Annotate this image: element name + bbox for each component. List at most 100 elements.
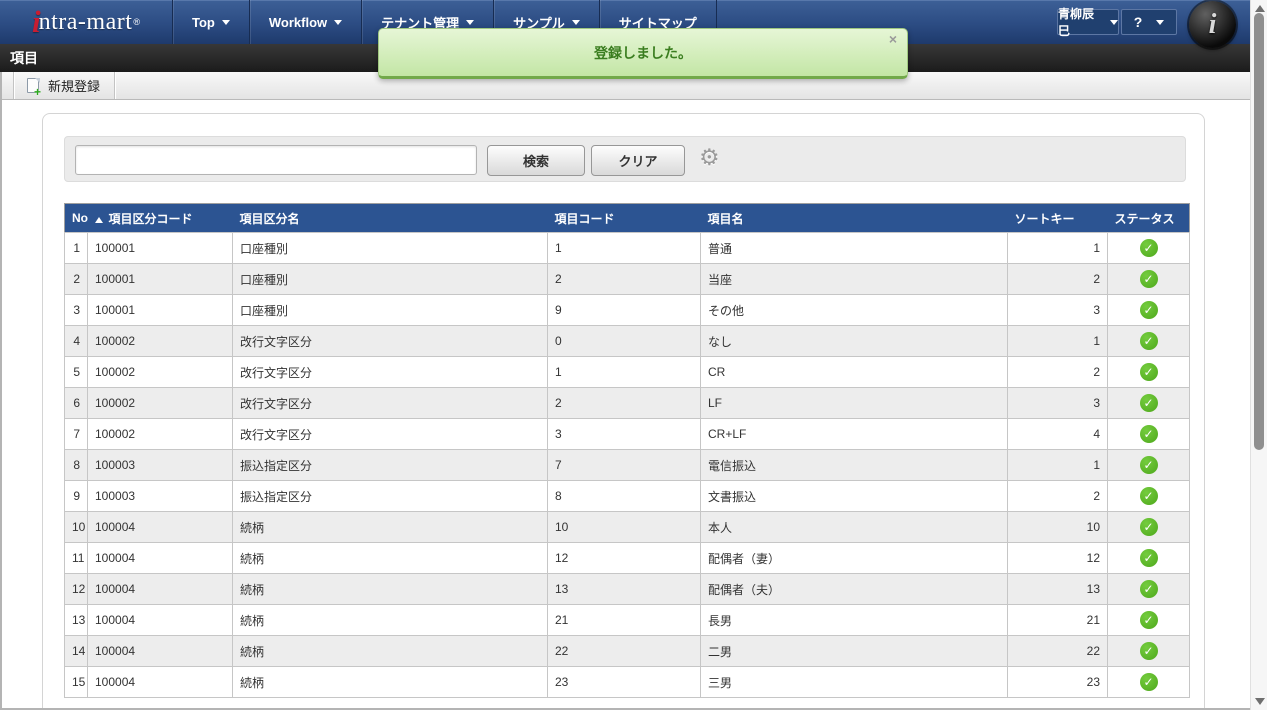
- cell-sort-key: 2: [1007, 263, 1108, 295]
- intra-mart-logo[interactable]: i ntra-mart ®: [0, 0, 172, 44]
- nav-item-top[interactable]: Top: [172, 0, 249, 44]
- table-row[interactable]: 1 100001 口座種別 1 普通 1 ✓: [64, 232, 1190, 264]
- table-row[interactable]: 4 100002 改行文字区分 0 なし 1 ✓: [64, 325, 1190, 357]
- scroll-down-icon[interactable]: [1255, 698, 1265, 705]
- notification-message: 登録しました。: [594, 45, 692, 61]
- cell-sort-key: 1: [1007, 325, 1108, 357]
- cell-status: ✓: [1107, 480, 1190, 512]
- cell-sort-key: 2: [1007, 356, 1108, 388]
- table-row[interactable]: 9 100003 振込指定区分 8 文書振込 2 ✓: [64, 480, 1190, 512]
- cell-item-name: 配偶者（夫）: [700, 573, 1008, 605]
- table-row[interactable]: 12 100004 続柄 13 配偶者（夫） 13 ✓: [64, 573, 1190, 605]
- cell-no: 9: [64, 480, 88, 512]
- cell-sort-key: 4: [1007, 418, 1108, 450]
- status-active-icon: ✓: [1139, 394, 1158, 412]
- table-row[interactable]: 2 100001 口座種別 2 当座 2 ✓: [64, 263, 1190, 295]
- cell-item-name: CR+LF: [700, 418, 1008, 450]
- cell-category-name: 改行文字区分: [232, 387, 548, 419]
- cell-category-code: 100004: [87, 666, 233, 698]
- cell-status: ✓: [1107, 418, 1190, 450]
- status-active-icon: ✓: [1139, 270, 1158, 288]
- cell-item-name: 当座: [700, 263, 1008, 295]
- cell-item-code: 10: [547, 511, 701, 543]
- table-row[interactable]: 3 100001 口座種別 9 その他 3 ✓: [64, 294, 1190, 326]
- cell-item-code: 2: [547, 387, 701, 419]
- nav-item-workflow[interactable]: Workflow: [248, 0, 361, 44]
- cell-category-code: 100001: [87, 294, 233, 326]
- cell-sort-key: 10: [1007, 511, 1108, 543]
- scroll-up-icon[interactable]: [1255, 5, 1265, 12]
- cell-sort-key: 2: [1007, 480, 1108, 512]
- search-panel: 検索 クリア ⚙: [64, 136, 1186, 182]
- column-header-category-name[interactable]: 項目区分名: [232, 203, 548, 233]
- cell-item-code: 8: [547, 480, 701, 512]
- new-register-button[interactable]: + 新規登録: [14, 72, 114, 99]
- table-row[interactable]: 7 100002 改行文字区分 3 CR+LF 4 ✓: [64, 418, 1190, 450]
- close-icon[interactable]: ×: [889, 32, 897, 46]
- cell-no: 11: [64, 542, 88, 574]
- cell-no: 14: [64, 635, 88, 667]
- cell-category-code: 100002: [87, 387, 233, 419]
- cell-sort-key: 1: [1007, 449, 1108, 481]
- cell-item-code: 23: [547, 666, 701, 698]
- cell-category-code: 100004: [87, 542, 233, 574]
- cell-item-name: 普通: [700, 232, 1008, 264]
- chevron-down-icon: [466, 19, 475, 25]
- cell-sort-key: 22: [1007, 635, 1108, 667]
- success-notification: 登録しました。 ×: [378, 28, 908, 79]
- status-active-icon: ✓: [1139, 425, 1158, 443]
- table-row[interactable]: 15 100004 続柄 23 三男 23 ✓: [64, 666, 1190, 698]
- search-button[interactable]: 検索: [487, 145, 585, 176]
- cell-sort-key: 3: [1007, 387, 1108, 419]
- status-active-icon: ✓: [1139, 518, 1158, 536]
- table-row[interactable]: 11 100004 続柄 12 配偶者（妻） 12 ✓: [64, 542, 1190, 574]
- cell-item-code: 21: [547, 604, 701, 636]
- table-row[interactable]: 5 100002 改行文字区分 1 CR 2 ✓: [64, 356, 1190, 388]
- clear-button[interactable]: クリア: [591, 145, 685, 176]
- column-header-status[interactable]: ステータス: [1107, 203, 1190, 233]
- cell-status: ✓: [1107, 325, 1190, 357]
- column-header-category-code[interactable]: 項目区分コード: [87, 203, 233, 233]
- user-menu-button[interactable]: 青柳辰巳: [1057, 7, 1119, 38]
- column-header-item-name[interactable]: 項目名: [700, 203, 1008, 233]
- cell-category-code: 100004: [87, 635, 233, 667]
- cell-category-name: 改行文字区分: [232, 418, 548, 450]
- cell-item-name: 二男: [700, 635, 1008, 667]
- column-header-item-code[interactable]: 項目コード: [547, 203, 701, 233]
- cell-category-code: 100003: [87, 449, 233, 481]
- vertical-scrollbar[interactable]: [1250, 0, 1267, 710]
- status-active-icon: ✓: [1139, 301, 1158, 319]
- intra-mart-circle-icon: i: [1189, 1, 1236, 48]
- table-row[interactable]: 8 100003 振込指定区分 7 電信振込 1 ✓: [64, 449, 1190, 481]
- cell-no: 4: [64, 325, 88, 357]
- cell-status: ✓: [1107, 573, 1190, 605]
- table-row[interactable]: 13 100004 続柄 21 長男 21 ✓: [64, 604, 1190, 636]
- table-row[interactable]: 6 100002 改行文字区分 2 LF 3 ✓: [64, 387, 1190, 419]
- cell-status: ✓: [1107, 232, 1190, 264]
- scrollbar-thumb[interactable]: [1254, 13, 1264, 450]
- cell-sort-key: 1: [1007, 232, 1108, 264]
- help-menu-button[interactable]: ?: [1121, 9, 1177, 35]
- cell-status: ✓: [1107, 666, 1190, 698]
- cell-no: 7: [64, 418, 88, 450]
- cell-no: 3: [64, 294, 88, 326]
- user-name: 青柳辰巳: [1058, 7, 1095, 38]
- column-header-no[interactable]: No: [64, 203, 88, 233]
- cell-item-code: 2: [547, 263, 701, 295]
- cell-no: 12: [64, 573, 88, 605]
- table-row[interactable]: 10 100004 続柄 10 本人 10 ✓: [64, 511, 1190, 543]
- cell-category-code: 100002: [87, 418, 233, 450]
- table-body: 1 100001 口座種別 1 普通 1 ✓ 2 100001 口座種別 2 当座 2 ✓ 3 100001 口…: [64, 232, 1190, 698]
- sort-asc-icon: [94, 216, 103, 223]
- status-active-icon: ✓: [1139, 487, 1158, 505]
- cell-category-name: 振込指定区分: [232, 480, 548, 512]
- table-row[interactable]: 14 100004 続柄 22 二男 22 ✓: [64, 635, 1190, 667]
- cell-category-name: 続柄: [232, 573, 548, 605]
- search-input[interactable]: [75, 145, 477, 175]
- status-active-icon: ✓: [1139, 580, 1158, 598]
- cell-item-name: 長男: [700, 604, 1008, 636]
- gear-icon[interactable]: ⚙: [699, 144, 720, 171]
- column-header-sort-key[interactable]: ソートキー: [1007, 203, 1108, 233]
- cell-item-code: 1: [547, 356, 701, 388]
- new-document-icon: +: [27, 77, 41, 98]
